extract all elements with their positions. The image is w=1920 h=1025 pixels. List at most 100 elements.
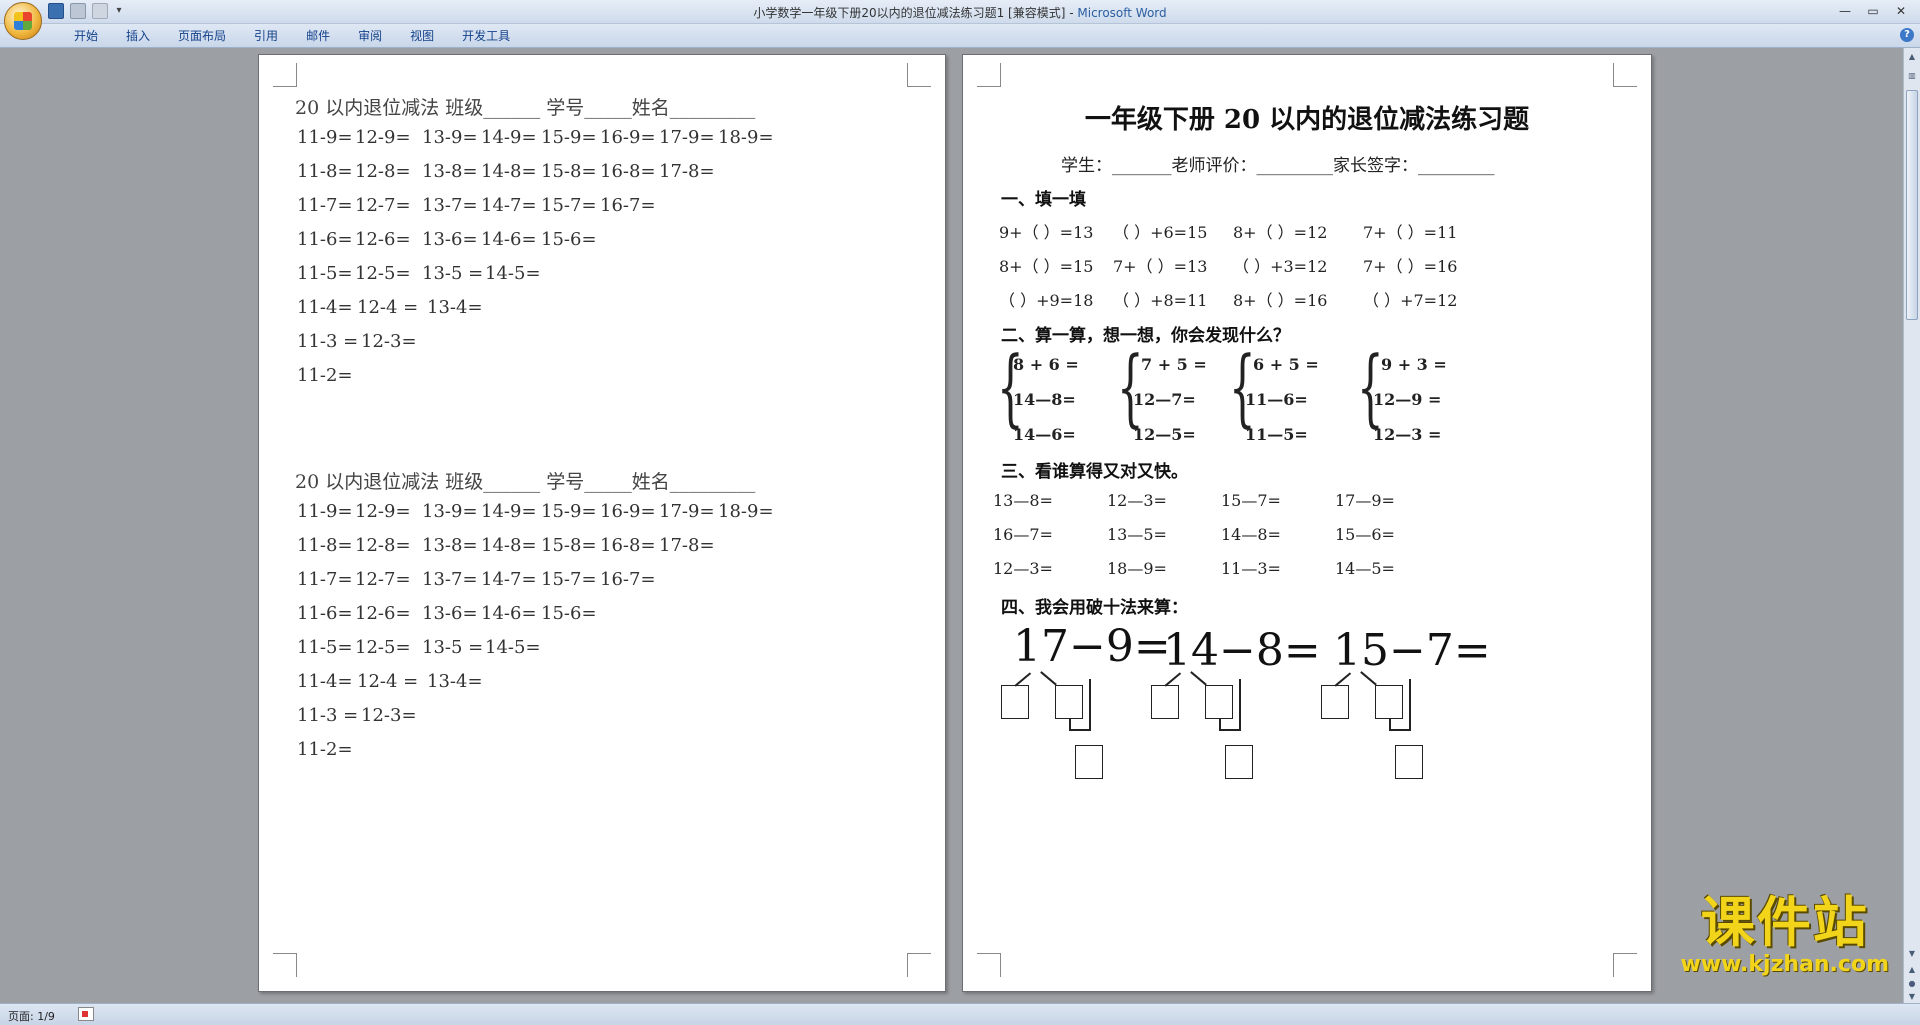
- quick-calc-cell: 18—9=: [1107, 559, 1167, 578]
- problem-cell: 13-9=: [422, 501, 478, 522]
- quick-calc-cell: 17—9=: [1335, 491, 1395, 510]
- answer-box[interactable]: [1321, 685, 1349, 719]
- application-name: Microsoft Word: [1077, 6, 1167, 20]
- problem-cell: 12-8=: [355, 535, 411, 556]
- problem-cell: 12-3=: [361, 331, 417, 352]
- problem-cell: 14-9=: [481, 501, 537, 522]
- tab-3[interactable]: 引用: [240, 28, 292, 44]
- worksheet-title: 一年级下册 20 以内的退位减法练习题: [1084, 105, 1530, 135]
- tab-0[interactable]: 开始: [60, 28, 112, 44]
- tab-6[interactable]: 视图: [396, 28, 448, 44]
- problem-cell: 12-5=: [355, 263, 411, 284]
- tab-4[interactable]: 邮件: [292, 28, 344, 44]
- decompose-equation: 17−9=: [1013, 621, 1171, 672]
- problem-cell: 12-4 =: [357, 297, 419, 318]
- quick-calc-cell: 16—7=: [993, 525, 1053, 544]
- problem-cell: 13-6=: [422, 229, 478, 250]
- vertical-scrollbar[interactable]: ▲ ▥ ▼ ▲ ● ▼: [1903, 48, 1920, 1003]
- ruler-toggle-icon[interactable]: ▥: [1906, 70, 1918, 82]
- answer-box[interactable]: [1225, 745, 1253, 779]
- close-icon[interactable]: ✕: [1888, 2, 1914, 20]
- language-icon[interactable]: [78, 1007, 94, 1021]
- answer-box[interactable]: [1075, 745, 1103, 779]
- problem-cell: 16-7=: [600, 569, 656, 590]
- scroll-thumb[interactable]: [1906, 90, 1918, 320]
- problem-cell: 11-7=: [297, 195, 353, 216]
- problem-cell: 14-8=: [481, 535, 537, 556]
- problem-cell: 15-7=: [541, 195, 597, 216]
- problem-cell: 12-7=: [355, 195, 411, 216]
- fill-blank-cell: 7+（ ）=11: [1363, 223, 1458, 242]
- brace-symbol: {: [1229, 338, 1256, 436]
- problem-cell: 18-9=: [718, 501, 774, 522]
- crop-mark: [273, 63, 297, 87]
- problem-cell: 13-4=: [427, 671, 483, 692]
- compare-cell: 12—7=: [1133, 390, 1196, 409]
- problem-cell: 11-2=: [297, 739, 353, 760]
- tab-5[interactable]: 审阅: [344, 28, 396, 44]
- next-page-icon[interactable]: ▼: [1906, 991, 1918, 1003]
- office-button[interactable]: [4, 2, 42, 40]
- problem-cell: 12-8=: [355, 161, 411, 182]
- problem-cell: 14-8=: [481, 161, 537, 182]
- problem-cell: 11-6=: [297, 229, 353, 250]
- problem-cell: 11-8=: [297, 161, 353, 182]
- problem-cell: 14-7=: [481, 195, 537, 216]
- fill-blank-cell: 9+（ ）=13: [999, 223, 1094, 242]
- problem-cell: 16-8=: [600, 161, 656, 182]
- answer-box[interactable]: [1205, 685, 1233, 719]
- minimize-icon[interactable]: —: [1832, 2, 1858, 20]
- previous-page-icon[interactable]: ▲: [1906, 964, 1918, 976]
- connector-line: [1239, 679, 1241, 731]
- connector-line: [1069, 719, 1071, 729]
- fill-blank-cell: （ ）+7=12: [1363, 291, 1458, 310]
- problem-cell: 16-9=: [600, 127, 656, 148]
- brace-symbol: {: [1117, 338, 1144, 436]
- problem-cell: 12-9=: [355, 501, 411, 522]
- help-icon[interactable]: ?: [1900, 28, 1914, 42]
- crop-mark: [977, 63, 1001, 87]
- problem-cell: 17-8=: [659, 535, 715, 556]
- document-workspace[interactable]: 20 以内退位减法 班级______ 学号_____姓名_________ 11-…: [0, 48, 1903, 1003]
- document-page-right[interactable]: 一年级下册 20 以内的退位减法练习题 学生：_______老师评价：_____…: [962, 54, 1652, 992]
- status-bar: 页面: 1/9: [0, 1003, 1920, 1025]
- maximize-icon[interactable]: ▭: [1860, 2, 1886, 20]
- window-controls: — ▭ ✕: [1832, 2, 1914, 20]
- problem-cell: 17-9=: [659, 127, 715, 148]
- answer-box[interactable]: [1375, 685, 1403, 719]
- problem-cell: 11-9=: [297, 127, 353, 148]
- compare-cell: 14—8=: [1013, 390, 1076, 409]
- compare-cell: 12—3 =: [1373, 425, 1442, 444]
- tab-2[interactable]: 页面布局: [164, 28, 240, 44]
- page-indicator[interactable]: 页面: 1/9: [8, 1008, 55, 1024]
- answer-box[interactable]: [1055, 685, 1083, 719]
- brace-symbol: {: [1357, 338, 1384, 436]
- compare-cell: 8 + 6 =: [1013, 355, 1079, 374]
- fill-blank-cell: 7+（ ）=16: [1363, 257, 1458, 276]
- crop-mark: [977, 953, 1001, 977]
- problem-cell: 11-5=: [297, 263, 353, 284]
- problem-cell: 11-8=: [297, 535, 353, 556]
- problem-cell: 13-6=: [422, 603, 478, 624]
- problem-cell: 11-9=: [297, 501, 353, 522]
- answer-box[interactable]: [1001, 685, 1029, 719]
- fill-blank-cell: 8+（ ）=12: [1233, 223, 1328, 242]
- tab-7[interactable]: 开发工具: [448, 28, 524, 44]
- problem-cell: 14-5=: [485, 637, 541, 658]
- document-page-left[interactable]: 20 以内退位减法 班级______ 学号_____姓名_________ 11-…: [258, 54, 946, 992]
- tab-1[interactable]: 插入: [112, 28, 164, 44]
- fill-blank-cell: （ ）+6=15: [1113, 223, 1208, 242]
- answer-box[interactable]: [1395, 745, 1423, 779]
- scroll-down-icon[interactable]: ▼: [1906, 948, 1918, 960]
- problem-cell: 13-7=: [422, 195, 478, 216]
- problem-cell: 11-7=: [297, 569, 353, 590]
- browse-object-icon[interactable]: ●: [1906, 978, 1918, 990]
- answer-box[interactable]: [1151, 685, 1179, 719]
- fill-blank-cell: 7+（ ）=13: [1113, 257, 1208, 276]
- scroll-up-icon[interactable]: ▲: [1906, 51, 1918, 63]
- quick-calc-cell: 14—8=: [1221, 525, 1281, 544]
- connector-line: [1389, 729, 1410, 731]
- problem-cell: 16-9=: [600, 501, 656, 522]
- window-title: 小学数学一年级下册20以内的退位减法练习题1 [兼容模式] - Microsof…: [0, 4, 1920, 21]
- quick-calc-cell: 15—7=: [1221, 491, 1281, 510]
